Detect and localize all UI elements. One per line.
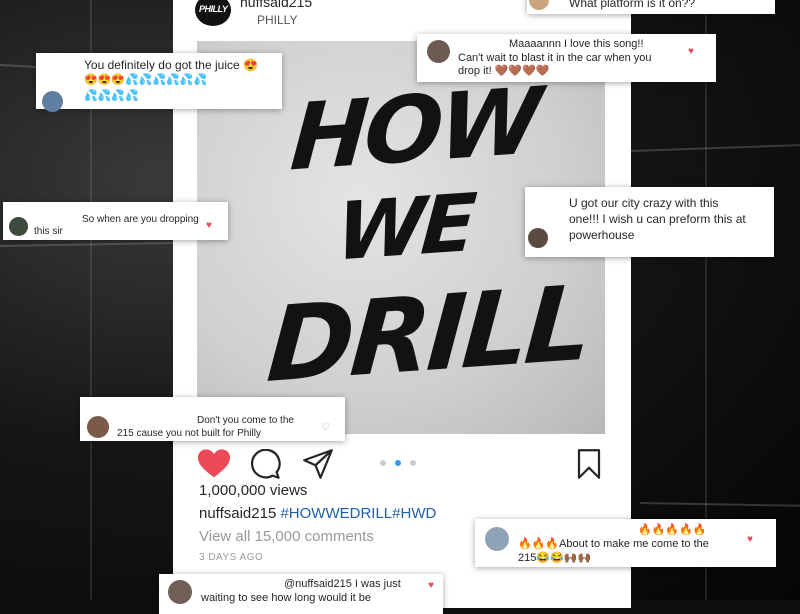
comment-line-1: Maaaannn I love this song!! (509, 38, 644, 50)
post-timestamp: 3 DAYS AGO (199, 552, 264, 563)
like-heart-icon[interactable]: ♥ (428, 580, 434, 591)
comment-about[interactable]: 🔥🔥🔥🔥🔥 🔥🔥🔥About to make me come to the 21… (475, 519, 776, 567)
comment-line-1: So when are you dropping (82, 214, 199, 225)
artwork-text-how: HOW (287, 67, 542, 192)
comment-line-2: one!!! I wish u can preform this at (569, 212, 746, 226)
comment-line-2: 215 cause you not built for Philly (117, 428, 261, 439)
comment-song[interactable]: Maaaannn I love this song!! Can't wait t… (417, 34, 716, 82)
comment-dropping[interactable]: So when are you dropping this sir ♥ (3, 202, 228, 240)
commenter-avatar[interactable] (168, 580, 192, 604)
post-actions (197, 447, 607, 483)
views-count: 1,000,000 views (199, 482, 308, 499)
commenter-avatar[interactable] (9, 217, 28, 236)
comment-city[interactable]: U got our city crazy with this one!!! I … (525, 187, 774, 257)
comment-line-2: Can't wait to blast it in the car when y… (458, 52, 652, 64)
comment-line-2: 😍😍😍💦💦💦💦💦💦 (84, 74, 208, 86)
avatar-label: PHILLY (199, 4, 228, 14)
commenter-avatar[interactable] (42, 91, 63, 112)
comment-line-1: You definitely do got the juice 😍 (84, 58, 258, 72)
comment-line-1: Don't you come to the (197, 415, 294, 426)
artwork-text-we: WE (333, 176, 476, 279)
comment-line-2: 🔥🔥🔥About to make me come to the (518, 538, 709, 550)
commenter-avatar[interactable] (427, 40, 450, 63)
comment-line-3: 💦💦💦💦 (84, 90, 139, 102)
comment-icon[interactable] (249, 447, 283, 481)
carousel-dot-1[interactable] (380, 460, 386, 466)
caption-username[interactable]: nuffsaid215 (199, 505, 276, 522)
comment-platform[interactable]: What platform is it on?? (527, 0, 775, 14)
like-heart-icon[interactable]: ♥ (688, 46, 694, 57)
carousel-dot-3[interactable] (410, 460, 416, 466)
comment-line-3: 215😂😂🙌🏾🙌🏾 (518, 552, 592, 564)
like-heart-icon[interactable]: ♥ (206, 220, 212, 231)
commenter-avatar[interactable] (87, 416, 109, 438)
comment-philly[interactable]: Don't you come to the 215 cause you not … (80, 397, 345, 441)
like-heart-icon[interactable]: ♥ (747, 534, 753, 545)
share-icon[interactable] (301, 447, 335, 481)
carousel-dot-2[interactable] (395, 460, 401, 466)
post-caption: nuffsaid215 #HOWWEDRILL#HWD (199, 505, 436, 522)
profile-avatar[interactable]: PHILLY (195, 0, 231, 26)
comment-line-1: U got our city crazy with this (569, 196, 719, 210)
comment-line-2: this sir (34, 226, 63, 237)
comment-juice[interactable]: You definitely do got the juice 😍 😍😍😍💦💦💦… (36, 53, 282, 112)
comment-text: What platform is it on?? (569, 0, 696, 10)
artwork-text-drill: DRILL (263, 262, 593, 406)
view-all-comments-link[interactable]: View all 15,000 comments (199, 528, 374, 545)
bookmark-icon[interactable] (572, 447, 606, 481)
comment-line-1: 🔥🔥🔥🔥🔥 (638, 524, 707, 536)
like-heart-outline-icon[interactable]: ♡ (321, 422, 330, 433)
commenter-avatar[interactable] (528, 228, 548, 248)
post-username[interactable]: nuffsaid215 (240, 0, 312, 10)
comment-line-2: waiting to see how long would it be (201, 592, 371, 604)
comment-line-1: @nuffsaid215 I was just (284, 578, 401, 590)
commenter-avatar[interactable] (529, 0, 549, 10)
caption-hashtags[interactable]: #HOWWEDRILL#HWD (280, 505, 436, 522)
heart-filled-icon[interactable] (197, 447, 231, 481)
post-location[interactable]: PHILLY (257, 13, 297, 27)
comment-waiting[interactable]: @nuffsaid215 I was just waiting to see h… (159, 574, 443, 614)
comment-line-3: powerhouse (569, 228, 635, 242)
comment-line-3: drop it! 🤎🤎🤎🤎 (458, 65, 550, 77)
commenter-avatar[interactable] (485, 527, 509, 551)
